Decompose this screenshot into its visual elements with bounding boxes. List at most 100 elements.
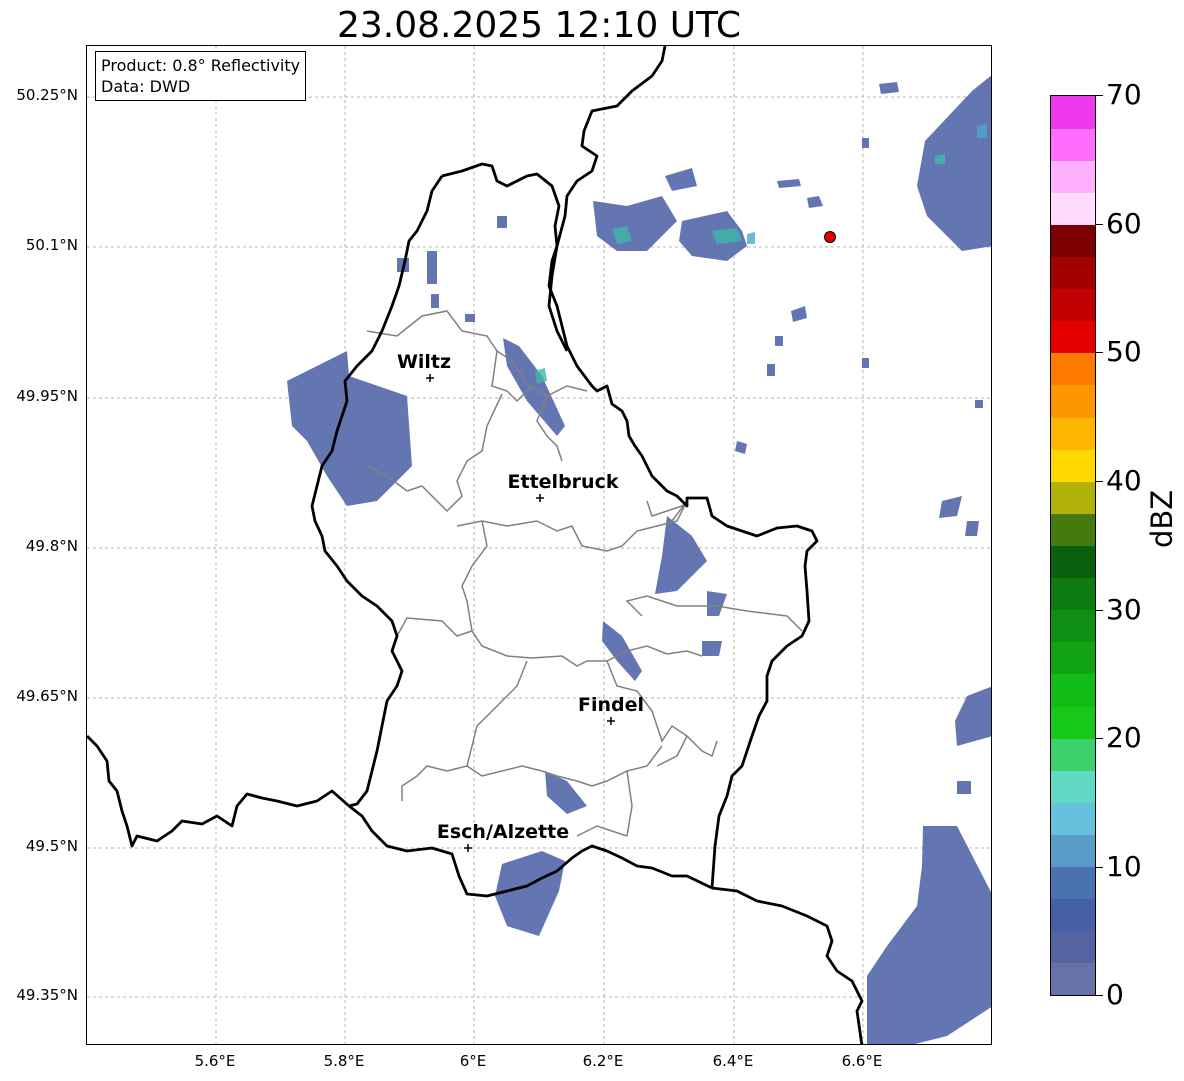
echo-small-3 [497, 216, 507, 228]
radar-site-marker [824, 231, 836, 243]
lux-border [441, 162, 819, 889]
colorbar-tick [1096, 610, 1103, 611]
echo-north-4 [777, 179, 801, 188]
colorbar-tick [1096, 224, 1103, 225]
echo-se-big [867, 826, 991, 1044]
colorbar-segment [1051, 738, 1095, 771]
colorbar-segment [1051, 288, 1095, 322]
colorbar-tick [1096, 995, 1103, 996]
colorbar-segment [1051, 160, 1095, 193]
echo-esch [545, 771, 587, 814]
echo-border-south [495, 851, 565, 936]
canton-borders [366, 310, 803, 837]
echo-echt-2 [707, 591, 727, 616]
echo-se-2 [957, 781, 971, 794]
lon-label: 6.4°E [712, 1052, 754, 1070]
colorbar-segment [1051, 320, 1095, 354]
lat-label: 50.1°N [25, 236, 78, 254]
lat-label: 49.8°N [25, 537, 78, 555]
info-box: Product: 0.8° Reflectivity Data: DWD [95, 51, 307, 101]
lon-label: 6.2°E [582, 1052, 624, 1070]
lat-label: 49.35°N [16, 986, 78, 1004]
echo-mid-2 [775, 336, 783, 346]
city-label-wiltz: Wiltz [396, 351, 452, 373]
de-border [547, 46, 667, 352]
echo-echt-1 [655, 516, 707, 594]
city-label-ettelbruck: Ettelbruck [507, 471, 619, 493]
colorbar-segment [1051, 706, 1095, 739]
colorbar-segment [1051, 192, 1095, 225]
colorbar-segment [1051, 930, 1095, 964]
info-product: Product: 0.8° Reflectivity [101, 56, 301, 75]
colorbar-tick [1096, 738, 1103, 739]
colorbar-tick [1096, 352, 1103, 353]
echo-small-5 [427, 251, 437, 284]
colorbar [1050, 95, 1096, 996]
colorbar-tick-label: 40 [1106, 464, 1142, 497]
colorbar-segment [1051, 866, 1095, 900]
colorbar-segment [1051, 577, 1095, 611]
echo-east-1 [939, 496, 962, 518]
colorbar-segment [1051, 898, 1095, 932]
echo-ne-small [862, 138, 869, 148]
colorbar-segment [1051, 802, 1095, 835]
lat-label: 50.25°N [16, 86, 78, 104]
colorbar-tick [1096, 481, 1103, 482]
lat-label: 49.95°N [16, 387, 78, 405]
echo-mid-4 [862, 358, 869, 368]
colorbar-segment [1051, 128, 1095, 161]
colorbar-title: dBZ [1145, 489, 1179, 548]
echo-south-1 [602, 621, 642, 681]
colorbar-segment [1051, 770, 1095, 803]
echo-north-1 [593, 196, 677, 251]
lat-label: 49.65°N [16, 687, 78, 705]
echo-small-2 [465, 314, 475, 322]
echo-mid-6 [735, 441, 747, 454]
echo-mid-5 [975, 400, 983, 408]
colorbar-tick-label: 10 [1106, 850, 1142, 883]
colorbar-segment [1051, 96, 1095, 129]
colorbar-tick [1096, 867, 1103, 868]
colorbar-segment [1051, 545, 1095, 579]
colorbar-segment [1051, 449, 1095, 482]
city-label-esch: Esch/Alzette [436, 821, 570, 843]
colorbar-segment [1051, 673, 1095, 707]
colorbar-tick-label: 50 [1106, 335, 1142, 368]
colorbar-segment [1051, 417, 1095, 450]
lon-label: 6.6°E [841, 1052, 883, 1070]
map-canvas [87, 46, 991, 1044]
lon-label: 5.6°E [194, 1052, 236, 1070]
echo-small-1 [431, 294, 439, 308]
colorbar-tick-label: 60 [1106, 207, 1142, 240]
city-label-findel: Findel [577, 694, 645, 716]
lon-label: 5.8°E [323, 1052, 365, 1070]
echo-north-5 [807, 196, 823, 208]
map-title: 23.08.2025 12:10 UTC [336, 5, 742, 46]
colorbar-tick-label: 0 [1106, 978, 1124, 1011]
colorbar-tick-label: 70 [1106, 78, 1142, 111]
colorbar-tick-label: 20 [1106, 721, 1142, 754]
colorbar-segment [1051, 384, 1095, 418]
echo-northeast [917, 75, 991, 251]
colorbar-segment [1051, 256, 1095, 290]
echo-east-2 [965, 521, 979, 536]
fr-be-border [87, 735, 350, 848]
echo-north-6 [879, 82, 899, 94]
radar-map[interactable] [86, 45, 992, 1045]
colorbar-segment [1051, 513, 1095, 546]
colorbar-segment [1051, 641, 1095, 675]
city-markers [426, 374, 615, 852]
colorbar-segment [1051, 224, 1095, 258]
colorbar-tick-label: 30 [1106, 593, 1142, 626]
colorbar-tick [1096, 95, 1103, 96]
lat-label: 49.5°N [25, 837, 78, 855]
echo-se-1 [955, 686, 991, 746]
colorbar-segment [1051, 834, 1095, 868]
radar-echoes-bright [535, 154, 945, 384]
colorbar-segment [1051, 962, 1095, 996]
colorbar-segment [1051, 352, 1095, 386]
info-data-source: Data: DWD [101, 77, 191, 96]
echo-mid-1 [791, 306, 807, 322]
lon-label: 6°E [459, 1052, 487, 1070]
radar-echoes [287, 75, 991, 1044]
